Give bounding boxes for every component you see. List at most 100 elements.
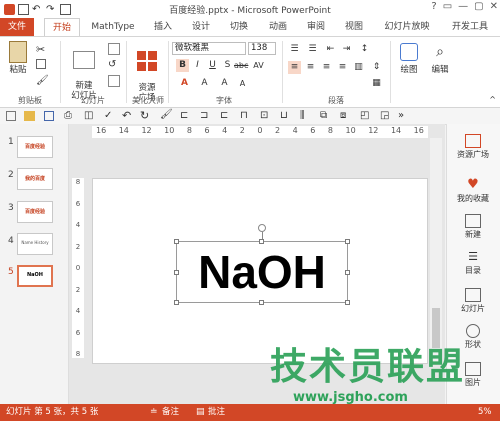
tab-slideshow[interactable]: 幻灯片放映 bbox=[376, 18, 438, 36]
align-bottom-tool-icon[interactable]: ⊔ bbox=[280, 110, 288, 121]
font-color-icon[interactable]: A bbox=[178, 77, 191, 90]
align-right-icon[interactable]: ≡ bbox=[320, 61, 333, 74]
tab-design[interactable]: 设计 bbox=[184, 18, 218, 36]
tab-insert[interactable]: 插入 bbox=[146, 18, 180, 36]
tab-animations[interactable]: 动画 bbox=[261, 18, 295, 36]
scrollbar-thumb[interactable] bbox=[432, 308, 440, 348]
slide-thumbnail[interactable]: 百度经验 bbox=[17, 201, 53, 223]
align-left-tool-icon[interactable]: ⊏ bbox=[180, 110, 188, 121]
grow-font-icon[interactable]: A bbox=[218, 77, 231, 90]
side-item-favorites[interactable]: ♥ 我的收藏 bbox=[446, 178, 500, 204]
align-left-icon[interactable]: ≡ bbox=[288, 61, 301, 74]
copy-icon[interactable] bbox=[36, 59, 46, 69]
comments-icon[interactable]: ▤ bbox=[196, 404, 205, 421]
open-folder-icon[interactable] bbox=[24, 111, 35, 121]
notes-icon[interactable]: ≐ bbox=[150, 404, 158, 421]
ribbon-display-button[interactable]: ▭ bbox=[443, 1, 452, 12]
resize-handle[interactable] bbox=[174, 239, 179, 244]
tab-developer[interactable]: 开发工具 bbox=[442, 18, 498, 36]
bring-forward-icon[interactable]: ◰ bbox=[360, 110, 369, 121]
shrink-font-icon[interactable]: A bbox=[236, 77, 249, 90]
smartart-icon[interactable]: ▦ bbox=[370, 77, 383, 90]
minimize-button[interactable]: — bbox=[458, 1, 468, 12]
save-icon[interactable] bbox=[18, 3, 29, 15]
align-middle-tool-icon[interactable]: ⊡ bbox=[260, 110, 268, 121]
editing-button[interactable]: ⌕ 编辑 bbox=[426, 43, 454, 75]
tab-home[interactable]: 开始 bbox=[44, 18, 80, 36]
spell-check-icon[interactable]: ✓ bbox=[104, 110, 112, 121]
tab-transitions[interactable]: 切换 bbox=[222, 18, 256, 36]
resize-handle[interactable] bbox=[174, 270, 179, 275]
slide-thumbnail-selected[interactable]: NaOH bbox=[17, 265, 53, 287]
tab-view[interactable]: 视图 bbox=[337, 18, 371, 36]
align-center-icon[interactable]: ≡ bbox=[304, 61, 317, 74]
ungroup-icon[interactable]: ⧈ bbox=[340, 110, 346, 121]
bold-button[interactable]: B bbox=[176, 59, 189, 72]
undo-icon[interactable]: ↶ bbox=[32, 4, 43, 15]
format-painter-icon[interactable]: 🖌 bbox=[36, 75, 49, 87]
font-name-dropdown[interactable]: 微软雅黑 bbox=[172, 42, 246, 55]
tab-file[interactable]: 文件 bbox=[0, 18, 34, 36]
side-item-resource-square[interactable]: 资源广场 bbox=[446, 134, 500, 160]
collapse-ribbon-icon[interactable]: ^ bbox=[489, 95, 496, 104]
justify-icon[interactable]: ≡ bbox=[336, 61, 349, 74]
resource-square-button[interactable]: 资源 广场 bbox=[130, 41, 164, 103]
distribute-icon[interactable]: ⫼ bbox=[300, 110, 305, 121]
resize-handle[interactable] bbox=[174, 300, 179, 305]
new-file-icon[interactable] bbox=[6, 111, 16, 121]
slide-thumbnail[interactable]: 我的百度 bbox=[17, 168, 53, 190]
paste-button[interactable]: 粘贴 bbox=[4, 41, 32, 75]
notes-button[interactable]: 备注 bbox=[162, 404, 179, 421]
redo-icon[interactable]: ↷ bbox=[46, 4, 57, 15]
side-item-new[interactable]: 新建 bbox=[446, 214, 500, 240]
help-button[interactable]: ? bbox=[431, 1, 436, 12]
line-spacing-icon[interactable]: ↕ bbox=[358, 43, 371, 56]
preview-icon[interactable]: ◫ bbox=[84, 110, 93, 121]
font-size-dropdown[interactable]: 138 bbox=[248, 42, 276, 55]
text-direction-icon[interactable]: ⇕ bbox=[370, 61, 383, 74]
align-center-tool-icon[interactable]: ⊐ bbox=[200, 110, 208, 121]
section-icon[interactable] bbox=[108, 75, 120, 87]
slideshow-icon[interactable] bbox=[60, 3, 71, 15]
close-button[interactable]: ✕ bbox=[490, 1, 498, 12]
slide-thumbnail[interactable]: Name History bbox=[17, 233, 53, 255]
columns-icon[interactable]: ▥ bbox=[352, 61, 365, 74]
shadow-button[interactable]: S bbox=[221, 59, 234, 72]
increase-indent-icon[interactable]: ⇥ bbox=[340, 43, 353, 56]
font-case-icon[interactable]: A bbox=[198, 77, 211, 90]
align-right-tool-icon[interactable]: ⊏ bbox=[220, 110, 228, 121]
send-backward-icon[interactable]: ◲ bbox=[380, 110, 389, 121]
rotate-handle-icon[interactable] bbox=[258, 224, 266, 232]
italic-button[interactable]: I bbox=[191, 59, 204, 72]
vertical-scrollbar[interactable] bbox=[430, 138, 442, 364]
cut-icon[interactable]: ✂ bbox=[36, 43, 48, 56]
print-icon[interactable]: ⎙ bbox=[64, 110, 72, 121]
new-slide-button[interactable]: 新建 幻灯片 bbox=[64, 41, 104, 101]
underline-button[interactable]: U bbox=[206, 59, 219, 72]
layout-icon[interactable] bbox=[108, 43, 120, 55]
undo-icon[interactable]: ↶ bbox=[122, 109, 131, 122]
numbering-icon[interactable]: ☰ bbox=[306, 43, 319, 56]
side-item-slides[interactable]: 幻灯片 bbox=[446, 288, 500, 314]
resize-handle[interactable] bbox=[259, 300, 264, 305]
resize-handle[interactable] bbox=[345, 270, 350, 275]
drawing-button[interactable]: 绘图 bbox=[395, 43, 423, 75]
side-item-toc[interactable]: ☰ 目录 bbox=[446, 250, 500, 276]
align-top-tool-icon[interactable]: ⊓ bbox=[240, 110, 248, 121]
save-icon[interactable] bbox=[44, 111, 54, 121]
character-spacing-button[interactable]: AV bbox=[252, 59, 265, 72]
slide-text[interactable]: NaOH bbox=[176, 241, 348, 303]
brush-icon[interactable]: 🖌 bbox=[160, 109, 173, 120]
redo-icon[interactable]: ↻ bbox=[140, 109, 149, 122]
resize-handle[interactable] bbox=[345, 239, 350, 244]
slide-thumbnail[interactable]: 百度经验 bbox=[17, 136, 53, 158]
tab-mathtype[interactable]: MathType bbox=[84, 18, 142, 36]
reset-icon[interactable]: ↺ bbox=[108, 59, 120, 71]
zoom-level[interactable]: 5% bbox=[478, 404, 492, 421]
bullets-icon[interactable]: ☰ bbox=[288, 43, 301, 56]
decrease-indent-icon[interactable]: ⇤ bbox=[324, 43, 337, 56]
maximize-button[interactable]: ▢ bbox=[474, 1, 483, 12]
more-tools-icon[interactable]: » bbox=[398, 110, 404, 121]
resize-handle[interactable] bbox=[259, 239, 264, 244]
tab-review[interactable]: 审阅 bbox=[299, 18, 333, 36]
